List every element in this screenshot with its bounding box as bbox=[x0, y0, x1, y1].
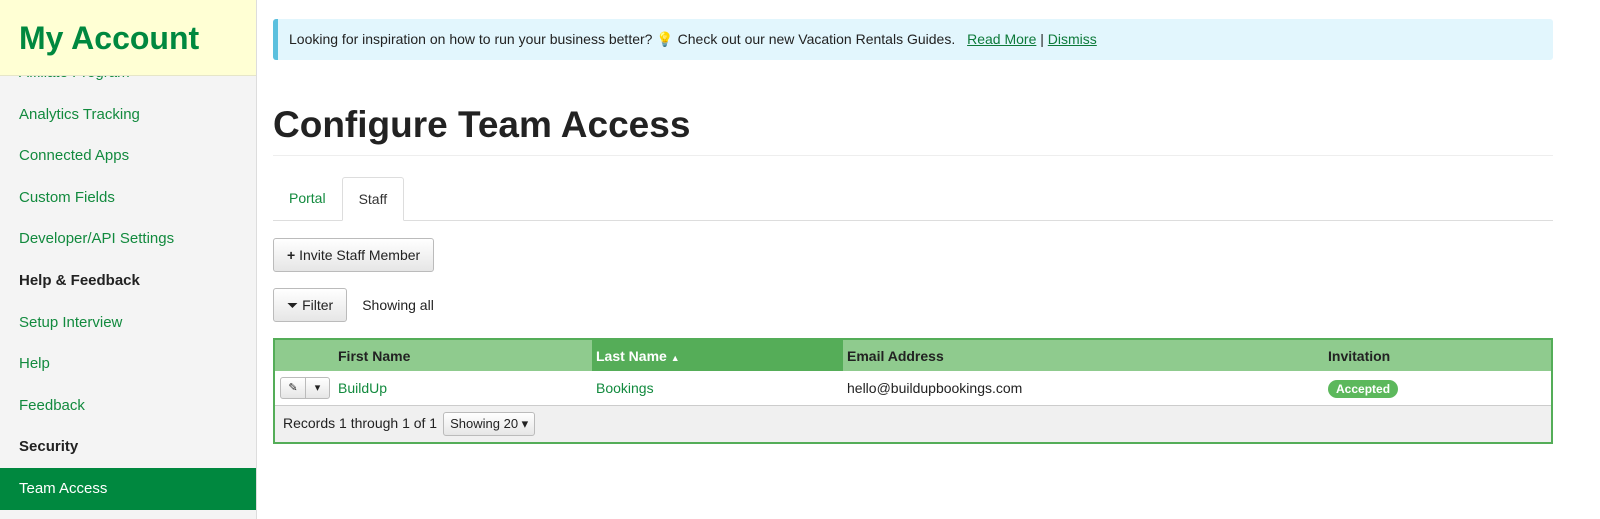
sidebar-item-help[interactable]: Help bbox=[0, 343, 256, 385]
sidebar-list: Affiliate ProgramAnalytics TrackingConne… bbox=[0, 52, 256, 510]
sidebar-item-help-feedback: Help & Feedback bbox=[19, 271, 140, 289]
page-size-select[interactable]: Showing 20 ▾ bbox=[443, 411, 536, 436]
dismiss-link[interactable]: Dismiss bbox=[1048, 31, 1097, 47]
filter-button[interactable]: ⏷ Filter bbox=[273, 288, 348, 322]
table-footer: Records 1 through 1 of 1 Showing 20 ▾ bbox=[274, 405, 1552, 443]
invite-staff-button[interactable]: + Invite Staff Member bbox=[273, 238, 435, 272]
alert-separator: | bbox=[1040, 31, 1044, 47]
first-name-link[interactable]: BuildUp bbox=[338, 380, 387, 396]
staff-table: First Name Last Name ▲ Email Address Inv… bbox=[273, 338, 1553, 444]
plus-icon: + bbox=[287, 247, 296, 263]
sidebar: My Account Affiliate ProgramAnalytics Tr… bbox=[0, 0, 257, 519]
table-row: ✎ ▾ BuildUp Bookings hello@buildupbooking… bbox=[274, 371, 1552, 406]
filter-icon: ⏷ bbox=[287, 297, 299, 313]
sort-asc-icon: ▲ bbox=[670, 352, 680, 363]
records-count: Records 1 through 1 of 1 bbox=[283, 414, 438, 431]
last-name-link[interactable]: Bookings bbox=[596, 380, 654, 396]
showing-status: Showing all bbox=[362, 297, 434, 313]
caret-down-icon[interactable]: ▾ bbox=[305, 377, 329, 398]
filter-label: Filter bbox=[302, 297, 334, 313]
page-title: Configure Team Access bbox=[273, 104, 1553, 156]
tab-staff[interactable]: Staff bbox=[341, 177, 405, 221]
col-email[interactable]: Email Address bbox=[843, 339, 1328, 371]
col-invitation[interactable]: Invitation bbox=[1328, 339, 1552, 371]
invite-label: Invite Staff Member bbox=[299, 247, 421, 263]
sidebar-item-security: Security bbox=[19, 438, 79, 456]
read-more-link[interactable]: Read More bbox=[967, 31, 1036, 47]
info-alert: Looking for inspiration on how to run yo… bbox=[273, 19, 1553, 60]
sidebar-item-team-access[interactable]: Team Access bbox=[0, 467, 256, 510]
tabs: Portal Staff bbox=[273, 177, 1553, 221]
main-content: Looking for inspiration on how to run yo… bbox=[273, 0, 1553, 444]
email-cell: hello@buildupbookings.com bbox=[843, 371, 1328, 406]
sidebar-title: My Account bbox=[19, 20, 200, 56]
pencil-icon[interactable]: ✎ bbox=[281, 378, 305, 398]
sidebar-item-developer-api-settings[interactable]: Developer/API Settings bbox=[0, 218, 256, 260]
table-header-row: First Name Last Name ▲ Email Address Inv… bbox=[274, 339, 1552, 371]
status-badge: Accepted bbox=[1328, 379, 1399, 398]
sidebar-item-custom-fields[interactable]: Custom Fields bbox=[0, 177, 256, 219]
sidebar-item-feedback[interactable]: Feedback bbox=[0, 385, 256, 427]
tab-portal[interactable]: Portal bbox=[273, 177, 342, 220]
row-actions: ✎ ▾ bbox=[280, 376, 330, 399]
sidebar-item-connected-apps[interactable]: Connected Apps bbox=[0, 135, 256, 177]
sidebar-item-analytics-tracking[interactable]: Analytics Tracking bbox=[0, 94, 256, 136]
sidebar-item-setup-interview[interactable]: Setup Interview bbox=[0, 302, 256, 344]
col-first-name[interactable]: First Name bbox=[338, 339, 592, 371]
sidebar-header: My Account bbox=[0, 0, 256, 76]
alert-text: Looking for inspiration on how to run yo… bbox=[289, 31, 956, 47]
col-last-name[interactable]: Last Name ▲ bbox=[592, 339, 843, 371]
